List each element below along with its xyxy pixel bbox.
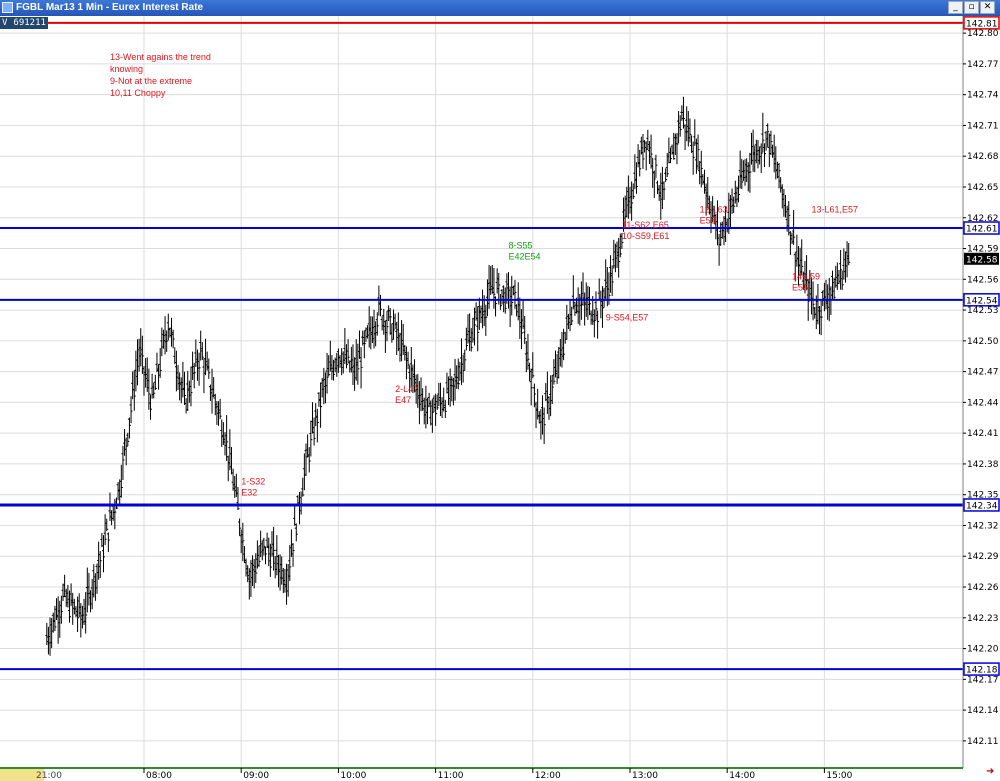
price-level-label: 142.54 (966, 296, 998, 306)
restore-button[interactable]: ▫ (964, 1, 979, 14)
x-tick-label: 15:00 (826, 771, 852, 781)
y-tick-label: 142.41 (967, 429, 999, 439)
y-tick-label: 142.23 (967, 614, 999, 624)
y-tick-label: 142.26 (967, 583, 999, 593)
price-level-label: 142.34 (966, 501, 998, 511)
scroll-right-arrow-icon[interactable]: ➜ (986, 767, 994, 777)
title-bar: FGBL Mar13 1 Min - Eurex Interest Rate _… (0, 0, 1000, 16)
y-tick-label: 142.68 (967, 152, 999, 162)
annotation-text: 12-L63 (700, 205, 728, 215)
x-tick-label: 13:00 (632, 771, 658, 781)
x-tick-label: 11:00 (438, 771, 464, 781)
note-line: 9-Not at the extreme (110, 76, 192, 86)
y-tick-label: 142.47 (967, 368, 999, 378)
annotation-text: 10-S59,E61 (622, 231, 670, 241)
y-tick-label: 142.71 (967, 121, 999, 131)
price-axis[interactable]: 142.80 142.77 142.74 142.71 142.68 142.65 142.… (962, 16, 1000, 768)
instrument-prefix: V (2, 18, 8, 28)
close-button[interactable]: ✕ (980, 1, 995, 14)
annotation-text: E32 (241, 487, 257, 497)
annotation-text: E55 (792, 282, 808, 292)
x-tick-label: 08:00 (146, 771, 172, 781)
x-start-label: 21:00 (36, 771, 62, 781)
note-line: knowing (110, 64, 143, 74)
window-title: FGBL Mar13 1 Min - Eurex Interest Rate (16, 2, 204, 13)
minimize-button[interactable]: _ (948, 1, 963, 14)
y-tick-label: 142.11 (967, 737, 999, 747)
x-tick-label: 09:00 (243, 771, 269, 781)
y-tick-label: 142.50 (967, 337, 999, 347)
annotation-text: 1-S32 (241, 476, 265, 486)
annotation-text: 11-S62,E65 (622, 220, 669, 230)
instrument-tag: V 691211 (0, 17, 48, 29)
note-line: 10,11 Choppy (110, 88, 166, 98)
annotation-text: E47 (395, 395, 411, 405)
x-tick-label: 14:00 (729, 771, 755, 781)
instrument-code: 691211 (13, 18, 46, 28)
annotation-text: 9-S54,E57 (606, 312, 649, 322)
y-tick-label: 142.77 (967, 60, 999, 70)
annotation-text: E42E54 (509, 252, 541, 262)
y-tick-label: 142.53 (967, 306, 999, 316)
y-tick-label: 142.44 (967, 398, 999, 408)
app-icon (2, 2, 13, 13)
y-tick-label: 142.38 (967, 460, 999, 470)
last-price-label: 142.58 (966, 255, 998, 265)
y-tick-label: 142.56 (967, 275, 999, 285)
y-tick-label: 142.65 (967, 183, 999, 193)
x-tick-label: 10:00 (340, 771, 366, 781)
y-tick-label: 142.74 (967, 91, 999, 101)
trade-annotation: 11-S62,E6510-S59,E61 (622, 220, 670, 241)
note-line: 13-Went agains the trend (110, 52, 211, 62)
y-tick-label: 142.29 (967, 552, 999, 562)
y-tick-label: 142.17 (967, 675, 999, 685)
price-chart[interactable]: 13-Went agains the trend knowing 9-Not a… (0, 16, 1000, 781)
annotation-text: 14-L59 (792, 271, 820, 281)
annotation-text: 13-L61,E57 (811, 205, 858, 215)
annotation-text: 8-S55 (509, 241, 533, 251)
y-tick-label: 142.32 (967, 521, 999, 531)
price-level-label: 142.61 (966, 225, 998, 235)
annotation-text: 2-L47 (395, 384, 418, 394)
price-level-label: 142.18 (966, 666, 998, 676)
y-tick-label: 142.80 (967, 29, 999, 39)
annotation-text: E58 (700, 216, 716, 226)
trade-annotation: 13-L61,E57 (811, 205, 858, 215)
y-tick-label: 142.20 (967, 645, 999, 655)
trade-annotation: 9-S54,E57 (606, 312, 649, 322)
time-axis[interactable]: 21:00 08:00 09:00 10:00 11:00 12:00 13:00 14:00… (0, 767, 1000, 781)
price-level-label: 142.81 (966, 19, 998, 29)
y-tick-label: 142.14 (967, 706, 999, 716)
x-tick-label: 12:00 (535, 771, 561, 781)
